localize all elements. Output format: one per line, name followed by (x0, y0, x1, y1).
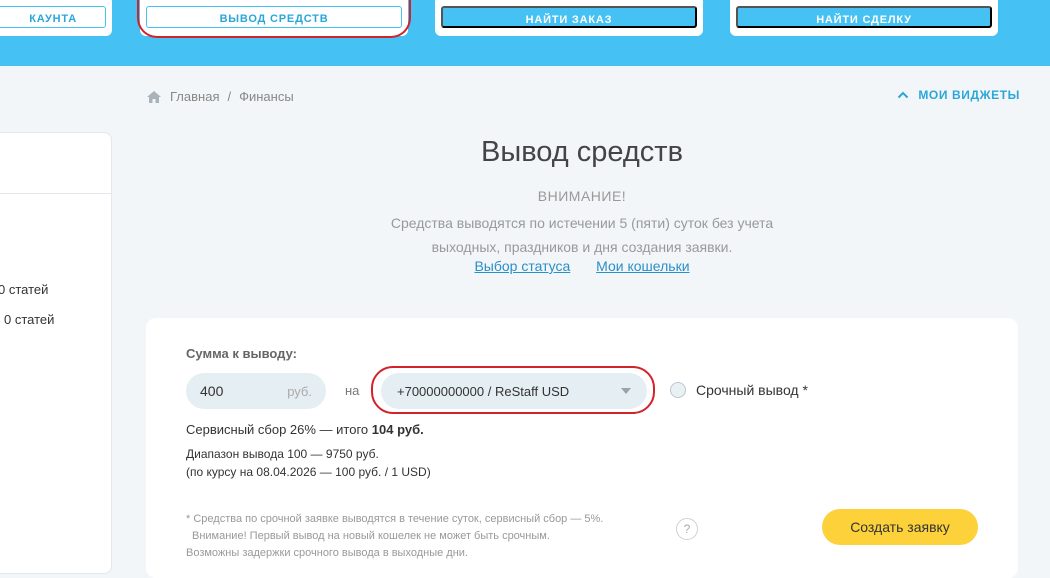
to-label: на (345, 383, 360, 398)
urgent-label: Срочный вывод * (696, 382, 808, 398)
wallet-select[interactable]: +70000000000 / ReStaff USD (381, 373, 647, 409)
range-line-1: Диапазон вывода 100 — 9750 руб. (186, 447, 379, 461)
nav-card-withdraw: ВЫВОД СРЕДСТВ (140, 0, 408, 36)
currency-label: руб. (287, 383, 312, 399)
notice-heading: ВНИМАНИЕ! (537, 188, 627, 204)
nav-card-find-deal: НАЙТИ СДЕЛКУ (730, 0, 998, 36)
wallet-selected-value: +70000000000 / ReStaff USD (397, 383, 570, 399)
chevron-up-icon (898, 91, 909, 99)
page-title: Вывод средств (481, 136, 683, 168)
my-widgets-label: МОИ ВИДЖЕТЫ (918, 88, 1020, 102)
notice-text: Средства выводятся по истечении 5 (пяти)… (0, 211, 1050, 259)
sidebar-item-articles-2[interactable]: 0 статей (4, 312, 54, 327)
chevron-down-icon (621, 388, 631, 394)
notice-links: Выбор статуса Мои кошельки (0, 258, 1050, 274)
my-wallets-link[interactable]: Мои кошельки (596, 258, 689, 274)
breadcrumb-separator: / (227, 89, 232, 104)
amount-input[interactable]: 400 руб. (186, 373, 326, 409)
help-icon[interactable]: ? (676, 518, 698, 540)
urgent-withdrawal-option[interactable]: Срочный вывод * (670, 382, 808, 398)
nav-card-account: кАУНТА (0, 0, 112, 36)
sidebar-item-articles-1[interactable]: 0 статей (0, 282, 48, 297)
fee-total: 104 руб. (371, 422, 424, 437)
notice-line-1: Средства выводятся по истечении 5 (пяти)… (390, 215, 774, 231)
top-nav-bar: кАУНТА ВЫВОД СРЕДСТВ НАЙТИ ЗАКАЗ НАЙТИ С… (0, 0, 1050, 66)
withdraw-funds-button[interactable]: ВЫВОД СРЕДСТВ (146, 6, 402, 28)
find-deal-button[interactable]: НАЙТИ СДЕЛКУ (736, 6, 992, 28)
withdrawal-form-card: Сумма к выводу: 400 руб. на +70000000000… (146, 318, 1018, 578)
nav-card-find-order: НАЙТИ ЗАКАЗ (435, 0, 703, 36)
breadcrumb: Главная / Финансы (146, 89, 294, 104)
status-selection-link[interactable]: Выбор статуса (474, 258, 570, 274)
create-request-button[interactable]: Создать заявку (822, 509, 978, 545)
withdrawal-range: Диапазон вывода 100 — 9750 руб. (по курс… (186, 445, 431, 481)
home-icon[interactable] (146, 90, 162, 104)
account-button[interactable]: кАУНТА (0, 6, 106, 28)
notice-line-2: выходных, праздников и дня создания заяв… (431, 239, 733, 255)
find-order-button[interactable]: НАЙТИ ЗАКАЗ (441, 6, 697, 28)
amount-value: 400 (200, 383, 224, 399)
breadcrumb-current: Финансы (239, 89, 294, 104)
footnote: * Средства по срочной заявке выводятся в… (186, 511, 603, 562)
range-line-2: (по курсу на 08.04.2026 — 100 руб. / 1 U… (186, 465, 431, 479)
my-widgets-toggle[interactable]: МОИ ВИДЖЕТЫ (897, 88, 1020, 102)
service-fee-text: Сервисный сбор 26% — итого 104 руб. (186, 422, 424, 437)
urgent-checkbox[interactable] (670, 382, 686, 398)
breadcrumb-home-link[interactable]: Главная (170, 89, 219, 104)
footnote-line-1: * Средства по срочной заявке выводятся в… (186, 513, 604, 525)
amount-label: Сумма к выводу: (186, 346, 297, 361)
footnote-line-3: Возможны задержки срочного вывода в выхо… (186, 547, 468, 559)
fee-description: Сервисный сбор 26% — итого (186, 422, 372, 437)
footnote-line-2: Внимание! Первый вывод на новый кошелек … (192, 530, 550, 542)
